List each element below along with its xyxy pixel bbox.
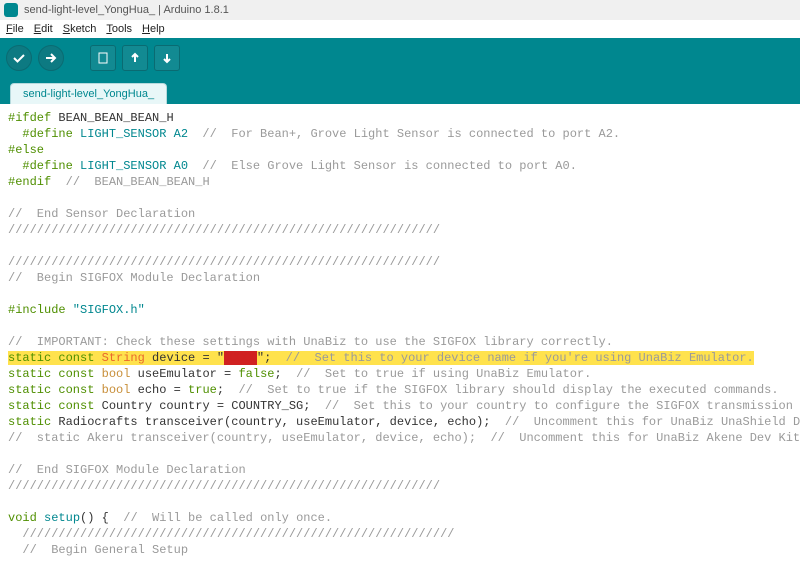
window-title: send-light-level_YongHua_ | Arduino 1.8.…	[24, 4, 229, 16]
file-icon	[96, 51, 110, 65]
up-arrow-icon	[128, 51, 142, 65]
menu-file[interactable]: File	[6, 23, 24, 35]
menu-bar: File Edit Sketch Tools Help	[0, 20, 800, 38]
window-titlebar: send-light-level_YongHua_ | Arduino 1.8.…	[0, 0, 800, 20]
save-button[interactable]	[154, 45, 180, 71]
menu-sketch[interactable]: Sketch	[63, 23, 97, 35]
code-editor[interactable]: #ifdef BEAN_BEAN_BEAN_H #define LIGHT_SE…	[0, 104, 800, 568]
tab-sketch[interactable]: send-light-level_YongHua_	[10, 83, 167, 104]
arrow-right-icon	[44, 51, 58, 65]
menu-tools[interactable]: Tools	[106, 23, 132, 35]
tab-label: send-light-level_YongHua_	[23, 88, 154, 100]
menu-edit[interactable]: Edit	[34, 23, 53, 35]
redacted-device-name: XXXX	[224, 351, 257, 365]
check-icon	[12, 51, 26, 65]
verify-button[interactable]	[6, 45, 32, 71]
menu-help[interactable]: Help	[142, 23, 165, 35]
new-button[interactable]	[90, 45, 116, 71]
tab-bar: send-light-level_YongHua_	[0, 78, 800, 104]
upload-button[interactable]	[38, 45, 64, 71]
down-arrow-icon	[160, 51, 174, 65]
toolbar	[0, 38, 800, 78]
arduino-app-icon	[4, 3, 18, 17]
open-button[interactable]	[122, 45, 148, 71]
